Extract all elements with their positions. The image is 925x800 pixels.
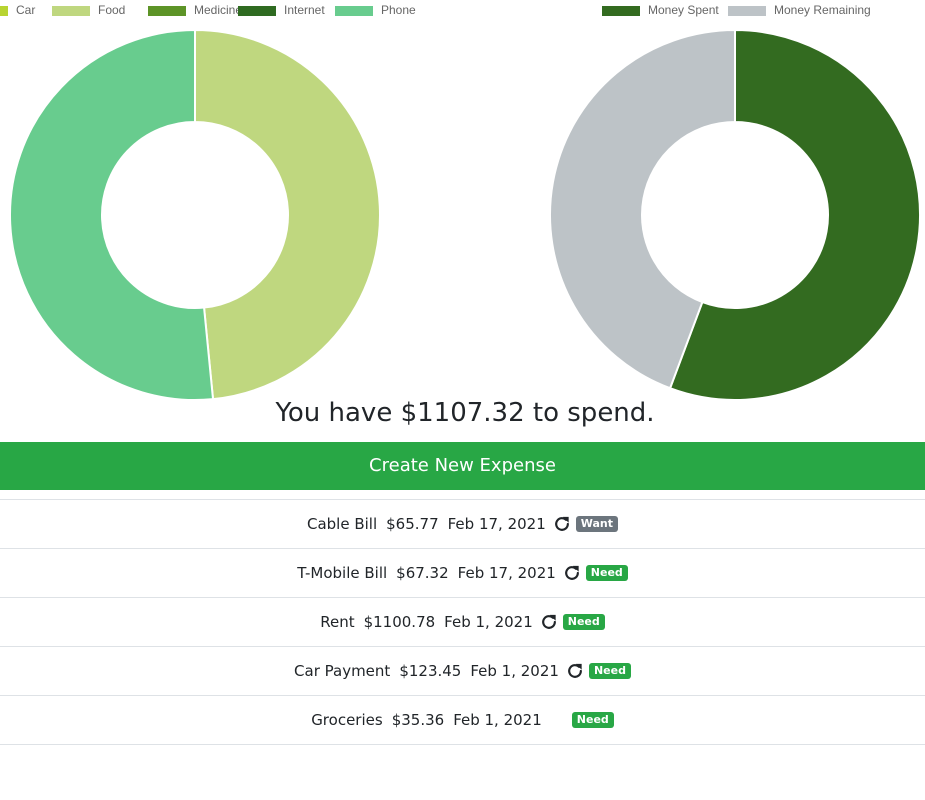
expense-amount: $67.32 [396, 564, 449, 582]
expense-row[interactable]: Groceries $35.36 Feb 1, 2021 Need [0, 695, 925, 745]
slice-phone[interactable] [9, 28, 215, 401]
expense-row[interactable]: Car Payment $123.45 Feb 1, 2021 Need [0, 646, 925, 695]
expense-name: T-Mobile Bill [297, 564, 388, 582]
expense-row[interactable]: T-Mobile Bill $67.32 Feb 17, 2021 Need [0, 548, 925, 597]
expense-date: Feb 1, 2021 [470, 662, 559, 680]
expense-date: Feb 17, 2021 [447, 515, 546, 533]
budget-donut [549, 28, 922, 401]
expense-date: Feb 1, 2021 [453, 711, 542, 729]
priority-badge: Need [585, 565, 628, 581]
remaining-summary: You have $1107.32 to spend. [275, 398, 655, 428]
expense-list: Cable Bill $65.77 Feb 17, 2021 Want T-Mobile… [0, 499, 925, 745]
expense-date: Feb 17, 2021 [457, 564, 556, 582]
expense-name: Car Payment [294, 662, 391, 680]
priority-badge: Need [562, 614, 605, 630]
expense-row[interactable]: Cable Bill $65.77 Feb 17, 2021 Want [0, 499, 925, 548]
expense-date: Feb 1, 2021 [444, 613, 533, 631]
category-donut [9, 28, 381, 401]
category-chart: Car Food Medicine Internet Phone [0, 0, 416, 405]
repeat-icon[interactable] [565, 661, 585, 681]
expense-name: Groceries [311, 711, 383, 729]
priority-badge: Need [588, 663, 631, 679]
slice-food[interactable] [194, 28, 381, 401]
expense-row[interactable]: Rent $1100.78 Feb 1, 2021 Need [0, 597, 925, 646]
expense-amount: $65.77 [386, 515, 439, 533]
repeat-icon[interactable] [539, 612, 559, 632]
expense-amount: $123.45 [399, 662, 462, 680]
priority-badge: Want [575, 516, 619, 532]
expense-name: Cable Bill [306, 515, 378, 533]
repeat-icon[interactable] [552, 514, 572, 534]
expense-amount: $1100.78 [363, 613, 436, 631]
expense-name: Rent [320, 613, 355, 631]
priority-badge: Need [571, 712, 614, 728]
expense-amount: $35.36 [391, 711, 445, 729]
create-expense-button[interactable]: Create New Expense [0, 442, 925, 490]
repeat-icon[interactable] [562, 563, 582, 583]
budget-chart: Money Spent Money Remaining [540, 0, 925, 405]
